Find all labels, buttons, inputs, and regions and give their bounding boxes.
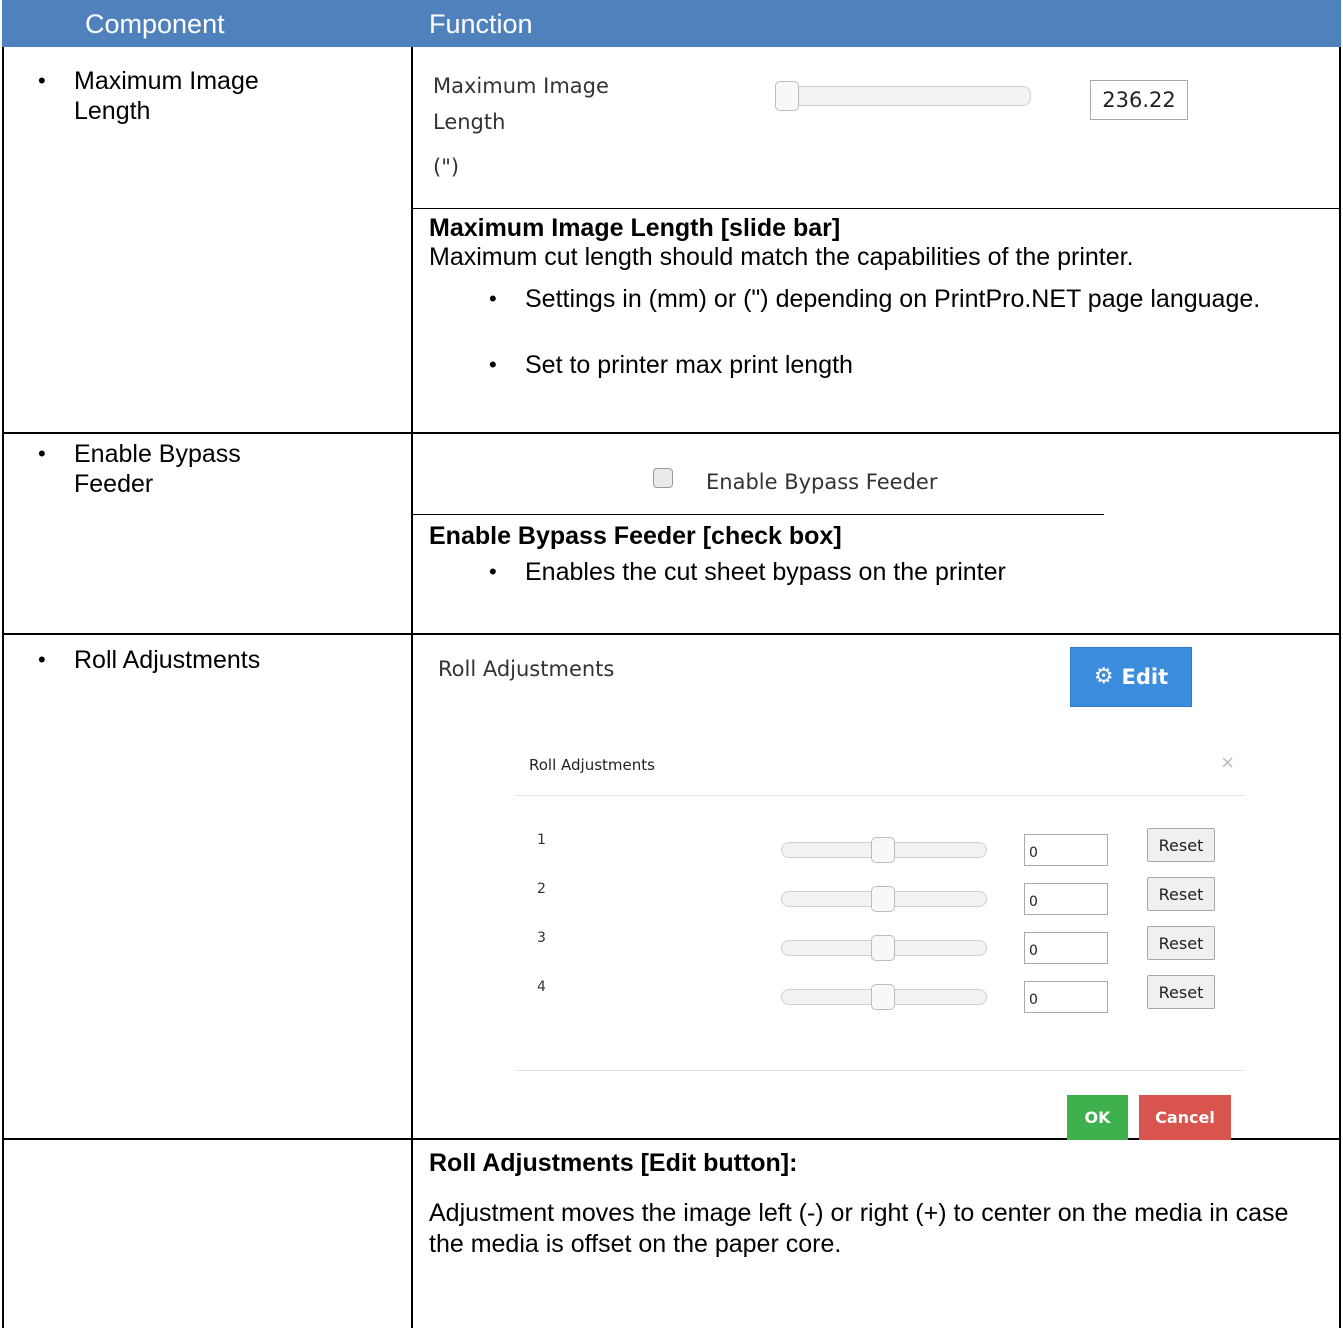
subrow-divider-1	[411, 208, 1341, 209]
roll-row-slider-handle[interactable]	[871, 935, 895, 961]
roll-adjustments-ui-label: Roll Adjustments	[438, 657, 615, 681]
reset-button[interactable]: Reset	[1147, 877, 1215, 911]
max-image-length-value[interactable]: 236.22	[1090, 80, 1188, 120]
roll-row-value[interactable]: 0	[1024, 981, 1108, 1013]
bypass-feeder-checkbox-label[interactable]: Enable Bypass Feeder	[706, 470, 937, 494]
roll-row-label: 2	[537, 881, 546, 897]
roll-row-value[interactable]: 0	[1024, 883, 1108, 915]
subrow-divider-2	[411, 514, 1104, 515]
dialog-title: Roll Adjustments	[529, 756, 655, 774]
max-image-length-ui-label: Maximum Image Length	[433, 74, 609, 134]
row-divider-2	[2, 633, 1341, 635]
max-image-length-bullet-1: • Settings in (mm) or (") depending on Pr…	[489, 285, 1261, 313]
table-border-right	[1339, 47, 1341, 1328]
dialog-close-icon[interactable]: ×	[1220, 752, 1235, 773]
max-image-length-unit: (")	[433, 155, 460, 179]
dialog-header-divider	[516, 795, 1244, 796]
max-image-length-slider-handle[interactable]	[775, 81, 799, 111]
roll-row-label: 4	[537, 979, 546, 995]
reset-button[interactable]: Reset	[1147, 975, 1215, 1009]
component-roll-adjustments: • Roll Adjustments	[38, 646, 261, 674]
max-image-length-bullet-2: • Set to printer max print length	[489, 351, 853, 379]
table-header: Component Function	[2, 0, 1341, 47]
roll-row-slider-handle[interactable]	[871, 886, 895, 912]
table-border-left	[2, 47, 4, 1328]
header-function: Function	[429, 9, 533, 39]
dialog-footer-divider	[516, 1070, 1244, 1071]
row-divider-1	[2, 432, 1341, 434]
reset-button[interactable]: Reset	[1147, 926, 1215, 960]
roll-row-value[interactable]: 0	[1024, 834, 1108, 866]
roll-row-label: 3	[537, 930, 546, 946]
roll-desc-text: Adjustment moves the image left (-) or r…	[429, 1199, 1289, 1258]
max-image-length-desc-text: Maximum cut length should match the capa…	[429, 243, 1134, 271]
roll-row-slider-handle[interactable]	[871, 984, 895, 1010]
header-component: Component	[85, 9, 225, 39]
bypass-desc-title: Enable Bypass Feeder [check box]	[429, 522, 842, 550]
column-divider	[411, 47, 413, 1328]
max-image-length-desc-title: Maximum Image Length [slide bar]	[429, 214, 841, 242]
bypass-feeder-checkbox[interactable]	[653, 468, 673, 488]
reset-button[interactable]: Reset	[1147, 828, 1215, 862]
gear-icon: ⚙	[1093, 664, 1114, 689]
max-image-length-description: Maximum Image Length [slide bar] Maximum…	[429, 214, 1329, 272]
ok-button[interactable]: OK	[1067, 1095, 1128, 1140]
bypass-bullet-1: • Enables the cut sheet bypass on the pri…	[489, 558, 1006, 586]
component-max-image-length: • Maximum Image Length	[38, 67, 259, 125]
component-enable-bypass-feeder: • Enable Bypass Feeder	[38, 440, 241, 498]
cancel-button[interactable]: Cancel	[1139, 1095, 1231, 1140]
roll-row-label: 1	[537, 832, 546, 848]
roll-row-value[interactable]: 0	[1024, 932, 1108, 964]
max-image-length-slider[interactable]	[775, 86, 1031, 106]
roll-row-slider-handle[interactable]	[871, 837, 895, 863]
edit-button[interactable]: ⚙ Edit	[1070, 647, 1192, 707]
roll-desc-title: Roll Adjustments [Edit button]:	[429, 1149, 798, 1177]
